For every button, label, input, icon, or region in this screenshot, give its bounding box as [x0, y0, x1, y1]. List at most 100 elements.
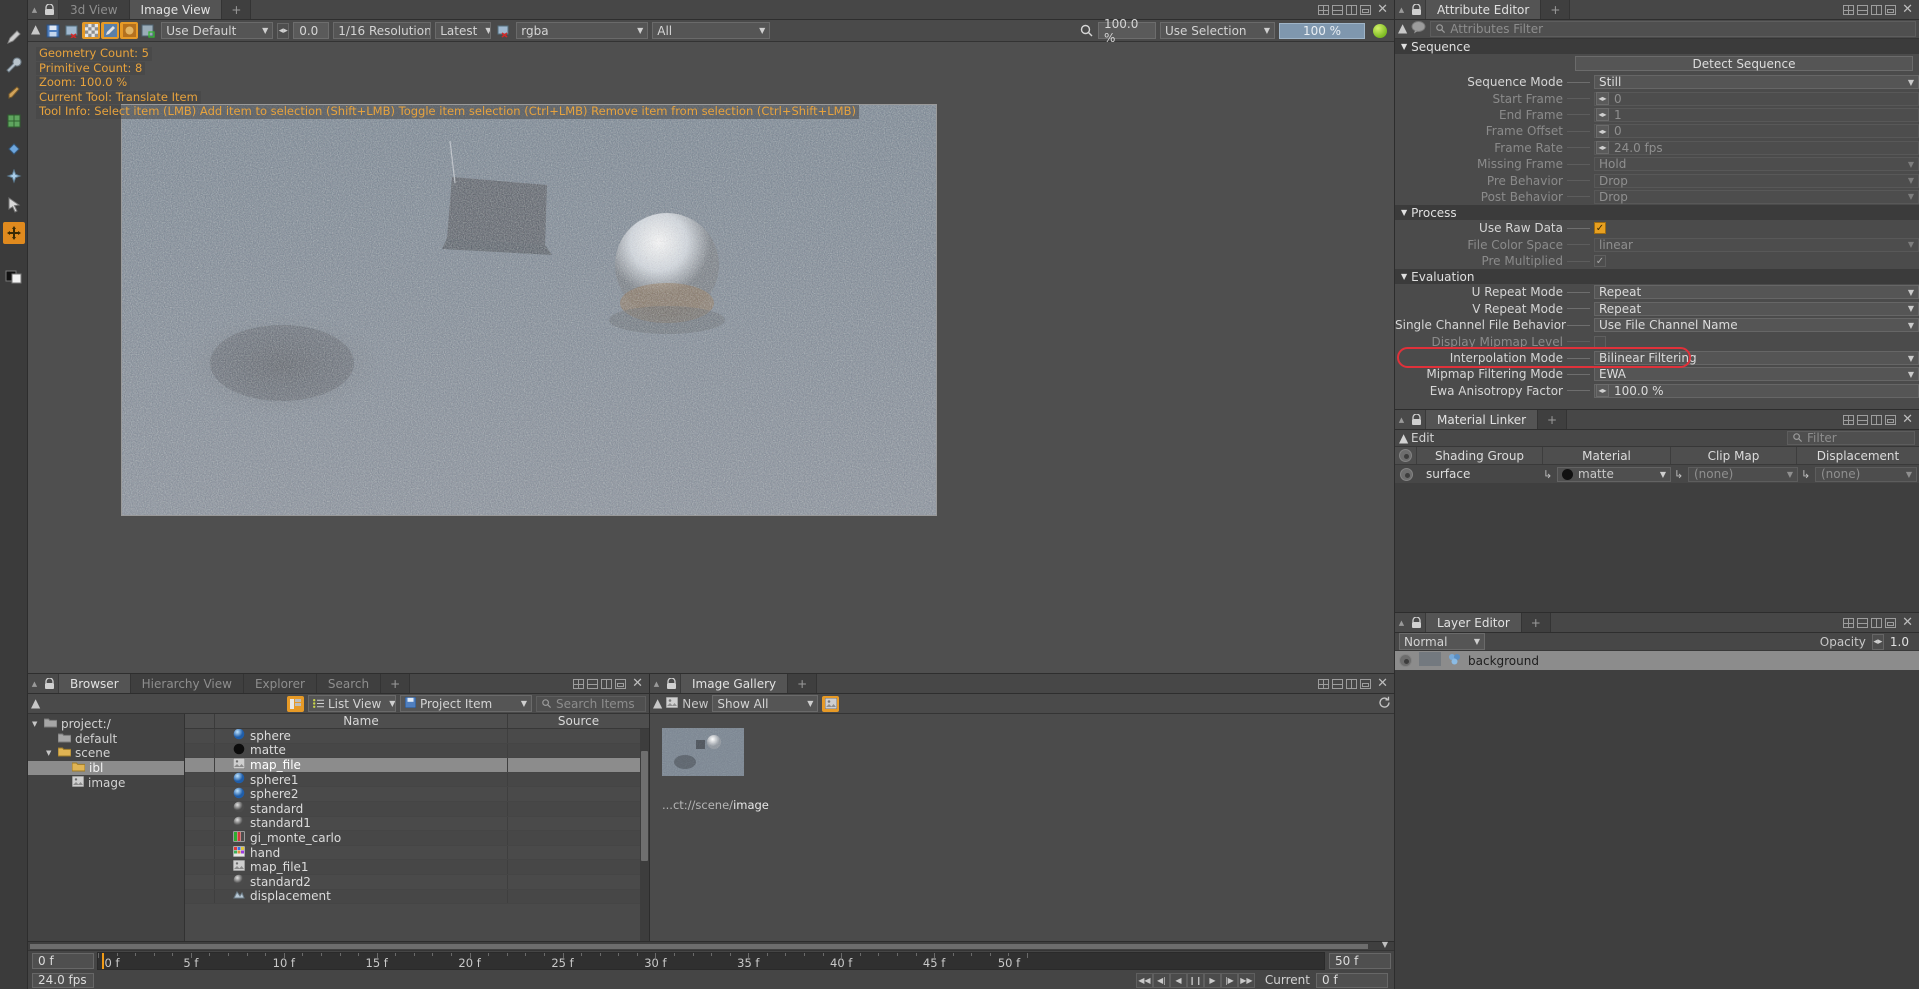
- split-vertical-icon[interactable]: [1871, 414, 1883, 425]
- section-header-sequence[interactable]: ▼ Sequence: [1395, 39, 1919, 54]
- tree-item-ibl[interactable]: ibl: [28, 760, 184, 776]
- close-icon[interactable]: ✕: [629, 677, 643, 690]
- lock-icon[interactable]: [1408, 613, 1426, 632]
- split-horizontal-icon[interactable]: [1857, 4, 1869, 15]
- attr-value-dropdown[interactable]: Hold ▼: [1594, 157, 1919, 172]
- attr-value-dropdown[interactable]: Repeat ▼: [1594, 301, 1919, 316]
- attr-value-field[interactable]: ◂▸ 100.0 %: [1594, 383, 1919, 398]
- play-button[interactable]: ▶: [1203, 972, 1221, 988]
- new-image-label[interactable]: New: [682, 697, 708, 711]
- row-displacement-dropdown[interactable]: (none) ▼: [1815, 466, 1917, 482]
- version-dropdown[interactable]: Latest ▼: [435, 22, 492, 39]
- table-row[interactable]: sphere2: [185, 787, 649, 802]
- displacement-link-arrow-icon[interactable]: ↳: [1801, 468, 1815, 481]
- texture-icon[interactable]: [120, 22, 139, 39]
- panel-grip-icon[interactable]: ▲: [1395, 410, 1408, 429]
- attr-value-dropdown[interactable]: Still ▼: [1594, 75, 1919, 90]
- tree-item-image[interactable]: image: [28, 775, 184, 790]
- step-forward-button[interactable]: |▶: [1220, 972, 1238, 988]
- attributes-filter-input[interactable]: Attributes Filter: [1430, 21, 1916, 37]
- attr-row-end-frame[interactable]: End Frame ◂▸ 1: [1395, 107, 1919, 123]
- split-quad-icon[interactable]: [1843, 414, 1855, 425]
- region-icon[interactable]: [139, 22, 157, 39]
- spinner-icon[interactable]: ◂▸: [1596, 141, 1609, 155]
- toolbar-grip-icon[interactable]: ▲: [1398, 21, 1407, 37]
- split-horizontal-icon[interactable]: [1332, 678, 1344, 689]
- split-vertical-icon[interactable]: [601, 678, 613, 689]
- gallery-thumbnail[interactable]: [662, 728, 744, 776]
- section-twisty-icon[interactable]: ▼: [1401, 272, 1407, 281]
- attribute-editor-body[interactable]: ▼ Sequence Detect Sequence Sequence Mode Sti…: [1395, 39, 1919, 409]
- color-swatches[interactable]: [3, 266, 25, 288]
- timeline-scrollbar[interactable]: ▼: [28, 940, 1394, 951]
- tab-layer-editor[interactable]: Layer Editor: [1426, 613, 1522, 632]
- maximize-icon[interactable]: [1360, 678, 1372, 689]
- split-quad-icon[interactable]: [1318, 678, 1330, 689]
- attr-value-field[interactable]: ◂▸ 1: [1594, 107, 1919, 122]
- detect-sequence-button[interactable]: Detect Sequence: [1575, 56, 1913, 71]
- attr-value-dropdown[interactable]: Drop ▼: [1594, 189, 1919, 204]
- skip-start-button[interactable]: ◀◀: [1135, 972, 1153, 988]
- wrench-tool[interactable]: [3, 54, 25, 76]
- section-twisty-icon[interactable]: ▼: [1401, 42, 1407, 51]
- attr-value-dropdown[interactable]: EWA ▼: [1594, 367, 1919, 382]
- row-clip-map-dropdown[interactable]: (none) ▼: [1688, 466, 1798, 482]
- table-row[interactable]: sphere: [185, 729, 649, 744]
- zoom-fit-icon[interactable]: [1078, 23, 1094, 39]
- tree-item-default[interactable]: default: [28, 732, 184, 747]
- attr-row-frame-offset[interactable]: Frame Offset ◂▸ 0: [1395, 123, 1919, 139]
- edit-grip-icon[interactable]: ▲: [1399, 431, 1411, 446]
- table-row[interactable]: sphere1: [185, 773, 649, 788]
- lock-icon[interactable]: [1408, 410, 1426, 429]
- reload-image-icon[interactable]: [63, 22, 81, 39]
- channel-dropdown[interactable]: rgba ▼: [516, 22, 649, 39]
- attr-value-field[interactable]: ◂▸ 0: [1594, 124, 1919, 139]
- table-row[interactable]: map_file1: [185, 859, 649, 875]
- split-quad-icon[interactable]: [1843, 617, 1855, 628]
- attr-row-single-channel-file-behavior[interactable]: Single Channel File Behavior Use File Cha…: [1395, 317, 1919, 333]
- attr-row-missing-frame[interactable]: Missing Frame Hold ▼: [1395, 156, 1919, 172]
- timeline-menu-icon[interactable]: ▼: [1382, 940, 1388, 949]
- timeline-ruler[interactable]: 0 f 5 f 10 f 15 f 20 f 25 f 30 f 35 f 40 f 45 f 50…: [97, 952, 1325, 970]
- attr-row-interpolation-mode[interactable]: Interpolation Mode Bilinear Filtering ▼: [1395, 350, 1919, 366]
- blend-mode-dropdown[interactable]: Normal ▼: [1399, 633, 1485, 650]
- panel-grip-icon[interactable]: ▲: [28, 674, 41, 693]
- attr-value-field[interactable]: ◂▸ 0: [1594, 91, 1919, 106]
- maximize-icon[interactable]: [615, 678, 627, 689]
- attr-row-start-frame[interactable]: Start Frame ◂▸ 0: [1395, 90, 1919, 106]
- step-back-button[interactable]: ◀: [1169, 972, 1187, 988]
- panel-grip-icon[interactable]: ▲: [1395, 613, 1408, 632]
- prev-key-button[interactable]: ◀|: [1152, 972, 1170, 988]
- tab-add-button[interactable]: +: [1541, 0, 1571, 19]
- project-tree[interactable]: ▼ project:/default ▼ scene ibl image: [28, 714, 185, 941]
- tab-search[interactable]: Search: [316, 674, 382, 693]
- material-link-arrow-icon[interactable]: ↳: [1543, 468, 1557, 481]
- maximize-icon[interactable]: [1885, 414, 1897, 425]
- spinner-icon[interactable]: ◂▸: [1596, 124, 1609, 138]
- brush-tool[interactable]: [3, 82, 25, 104]
- lock-icon[interactable]: [41, 0, 59, 19]
- save-image-icon[interactable]: [44, 22, 62, 39]
- clear-channel-icon[interactable]: [495, 22, 512, 39]
- attr-value-dropdown[interactable]: Bilinear Filtering ▼: [1594, 351, 1919, 366]
- split-vertical-icon[interactable]: [1346, 4, 1358, 15]
- section-header-process[interactable]: ▼ Process: [1395, 205, 1919, 221]
- table-row[interactable]: map_file: [185, 757, 649, 773]
- split-horizontal-icon[interactable]: [1332, 4, 1344, 15]
- layer-row[interactable]: background: [1395, 651, 1919, 670]
- table-row[interactable]: standard1: [185, 816, 649, 832]
- item-list-rows[interactable]: sphere matte map_file sphere1 sphere2 standar…: [185, 729, 649, 941]
- attr-row-file-color-space[interactable]: File Color Space linear ▼: [1395, 237, 1919, 253]
- tab-3d-view[interactable]: 3d View: [59, 0, 130, 19]
- row-visibility-toggle[interactable]: [1395, 467, 1417, 481]
- section-twisty-icon[interactable]: ▼: [1401, 208, 1407, 217]
- column-source[interactable]: Source: [508, 714, 649, 728]
- close-icon[interactable]: ✕: [1899, 3, 1913, 16]
- attr-row-u-repeat-mode[interactable]: U Repeat Mode Repeat ▼: [1395, 284, 1919, 300]
- column-name[interactable]: Name: [215, 714, 508, 728]
- pen-tool[interactable]: [3, 26, 25, 48]
- spinner-icon[interactable]: ◂▸: [1596, 92, 1609, 106]
- material-linker-row[interactable]: surface ↳ matte ▼ ↳ (none) ▼ ↳ (none) ▼: [1395, 465, 1919, 483]
- skip-end-button[interactable]: ▶▶: [1237, 972, 1255, 988]
- rendered-image-canvas[interactable]: [121, 104, 937, 516]
